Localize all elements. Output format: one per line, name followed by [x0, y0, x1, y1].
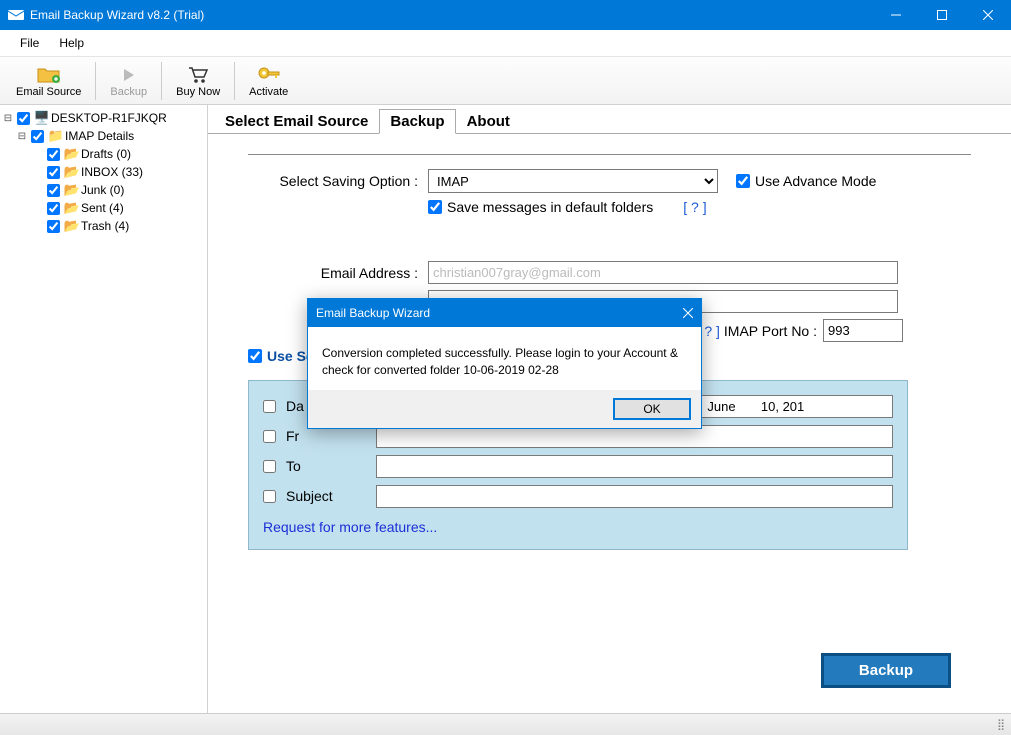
ok-button[interactable]: OK — [613, 398, 691, 420]
dialog-titlebar: Email Backup Wizard — [308, 299, 701, 327]
dialog-message: Conversion completed successfully. Pleas… — [308, 327, 701, 390]
success-dialog: Email Backup Wizard Conversion completed… — [307, 298, 702, 429]
close-icon[interactable] — [683, 308, 693, 318]
modal-overlay: Email Backup Wizard Conversion completed… — [0, 0, 1011, 735]
dialog-title: Email Backup Wizard — [316, 306, 430, 320]
